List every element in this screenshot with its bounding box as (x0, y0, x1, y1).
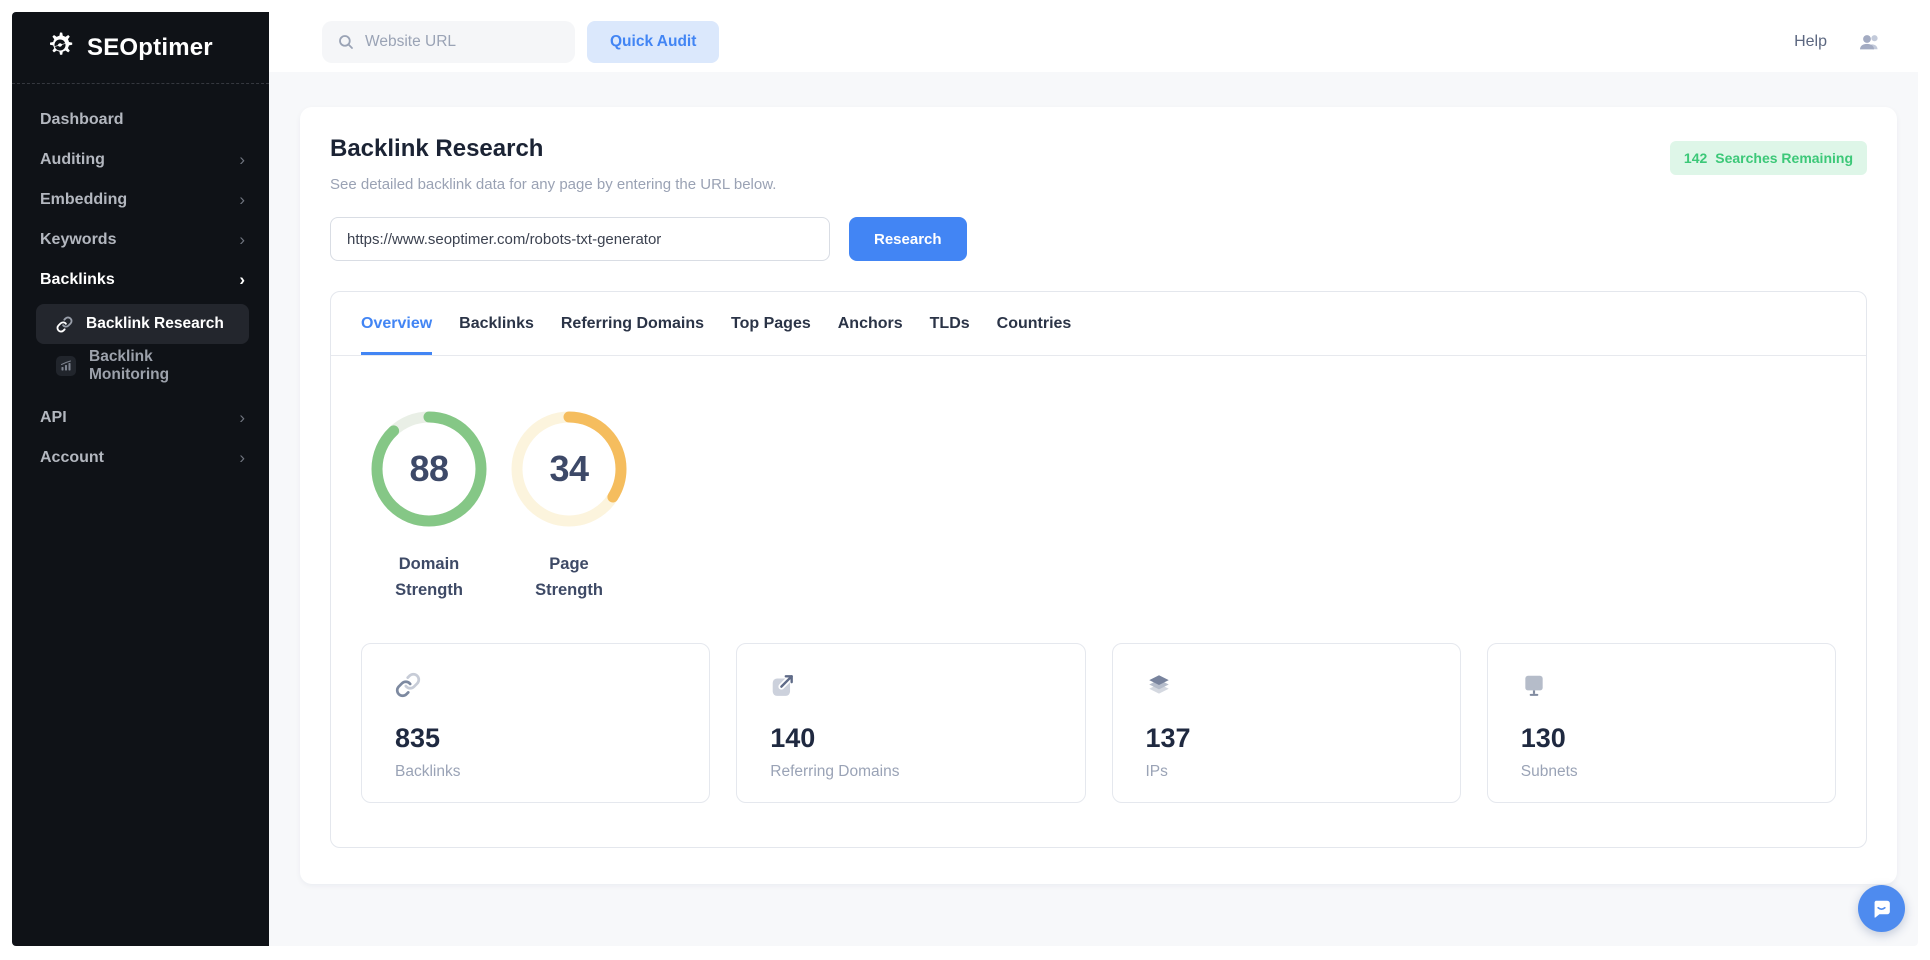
sidebar-item-keywords[interactable]: Keywords › (12, 220, 269, 260)
tab-referring-domains[interactable]: Referring Domains (561, 292, 704, 355)
ips-stat-card: 137 IPs (1112, 643, 1461, 803)
help-link[interactable]: Help (1794, 33, 1827, 51)
chevron-right-icon: › (239, 190, 245, 210)
search-icon (337, 33, 355, 51)
layers-icon (1146, 672, 1172, 698)
domain-strength-label: Domain Strength (363, 552, 495, 603)
page-title: Backlink Research (330, 135, 776, 163)
chat-widget-button[interactable] (1858, 885, 1905, 932)
backlinks-label: Backlinks (395, 763, 676, 781)
sidebar-menu: Dashboard Auditing › Embedding › Keyword… (12, 84, 269, 478)
monitoring-chart-icon (56, 356, 76, 376)
searches-remaining-count: 142 (1684, 150, 1707, 166)
sidebar-item-dashboard[interactable]: Dashboard (12, 100, 269, 140)
main-area: Quick Audit Help Backlink Research (269, 12, 1918, 946)
sidebar-item-backlink-monitoring[interactable]: Backlink Monitoring (36, 346, 249, 386)
tab-countries[interactable]: Countries (997, 292, 1072, 355)
users-icon[interactable] (1857, 30, 1884, 54)
research-button[interactable]: Research (849, 217, 967, 261)
subnets-label: Subnets (1521, 763, 1802, 781)
backlinks-count: 835 (395, 723, 676, 754)
results-panel: Overview Backlinks Referring Domains Top… (330, 291, 1867, 848)
logo[interactable]: SEOptimer (12, 12, 269, 84)
quick-audit-button[interactable]: Quick Audit (587, 21, 719, 63)
referring-domains-count: 140 (770, 723, 1051, 754)
subnets-stat-card: 130 Subnets (1487, 643, 1836, 803)
domain-strength-gauge: 88 Domain Strength (363, 411, 495, 603)
sidebar-item-backlink-research[interactable]: Backlink Research (36, 304, 249, 344)
external-link-icon (770, 672, 796, 698)
backlink-research-card: Backlink Research See detailed backlink … (300, 107, 1897, 884)
tab-tlds[interactable]: TLDs (930, 292, 970, 355)
tab-overview[interactable]: Overview (361, 292, 432, 355)
link-icon (56, 316, 73, 333)
website-url-input[interactable] (365, 33, 560, 51)
tab-top-pages[interactable]: Top Pages (731, 292, 811, 355)
domain-strength-value: 88 (371, 411, 487, 527)
sidebar-item-account[interactable]: Account › (12, 438, 269, 478)
overview-tab-content: 88 Domain Strength (331, 356, 1866, 803)
chevron-right-icon: › (239, 230, 245, 250)
research-search-row: Research (330, 217, 1867, 261)
searches-remaining-badge: 142 Searches Remaining (1670, 141, 1867, 175)
sidebar: SEOptimer Dashboard Auditing › Embedding… (12, 12, 269, 946)
content-area: Backlink Research See detailed backlink … (269, 72, 1918, 946)
topbar-right: Help (1794, 30, 1918, 54)
strength-gauges: 88 Domain Strength (363, 411, 1836, 603)
chat-bubble-icon (1869, 896, 1894, 921)
stats-row: 835 Backlinks (361, 643, 1836, 803)
page-strength-gauge: 34 Page Strength (503, 411, 635, 603)
page-strength-value: 34 (511, 411, 627, 527)
sidebar-item-embedding[interactable]: Embedding › (12, 180, 269, 220)
chevron-right-icon: › (239, 448, 245, 468)
logo-text: SEOptimer (87, 34, 213, 62)
sidebar-item-auditing[interactable]: Auditing › (12, 140, 269, 180)
referring-domains-label: Referring Domains (770, 763, 1051, 781)
ips-count: 137 (1146, 723, 1427, 754)
tab-anchors[interactable]: Anchors (838, 292, 903, 355)
sidebar-item-api[interactable]: API › (12, 398, 269, 438)
seoptimer-gear-icon (44, 29, 76, 66)
link-icon (395, 672, 421, 698)
backlinks-submenu: Backlink Research Backlink Monitoring (12, 300, 269, 392)
backlinks-stat-card: 835 Backlinks (361, 643, 710, 803)
searches-remaining-label: Searches Remaining (1715, 150, 1853, 166)
tab-backlinks[interactable]: Backlinks (459, 292, 534, 355)
app-frame: SEOptimer Dashboard Auditing › Embedding… (12, 12, 1918, 946)
chevron-right-icon: › (239, 270, 245, 290)
referring-domains-stat-card: 140 Referring Domains (736, 643, 1085, 803)
topbar: Quick Audit Help (269, 12, 1918, 72)
research-url-input[interactable] (330, 217, 830, 261)
monitor-icon (1521, 672, 1547, 698)
card-header: Backlink Research See detailed backlink … (330, 135, 1867, 193)
chevron-right-icon: › (239, 408, 245, 428)
sidebar-item-backlinks[interactable]: Backlinks › (12, 260, 269, 300)
subnets-count: 130 (1521, 723, 1802, 754)
results-tabs: Overview Backlinks Referring Domains Top… (331, 292, 1866, 356)
website-url-search[interactable] (322, 21, 575, 63)
ips-label: IPs (1146, 763, 1427, 781)
chevron-right-icon: › (239, 150, 245, 170)
page-subtitle: See detailed backlink data for any page … (330, 176, 776, 193)
page-strength-label: Page Strength (503, 552, 635, 603)
